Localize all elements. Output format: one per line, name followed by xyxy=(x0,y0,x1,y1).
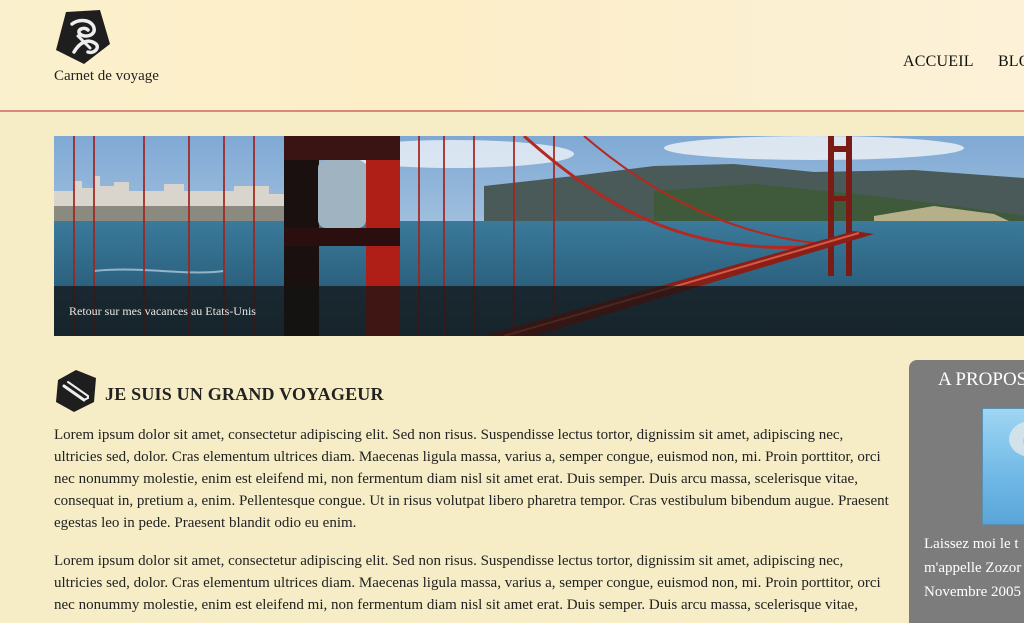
banner-caption-bar: Retour sur mes vacances au Etats-Unis xyxy=(54,286,1024,336)
sidebar-title: A PROPOS xyxy=(938,369,1024,390)
site-header: Carnet de voyage ACCUEIL BLOG xyxy=(0,0,1024,112)
article-paragraph: Lorem ipsum dolor sit amet, consectetur … xyxy=(54,553,881,613)
article-paragraph: Lorem ipsum dolor sit amet, consectetur … xyxy=(54,427,889,531)
article-title: JE SUIS UN GRAND VOYAGEUR xyxy=(105,384,384,404)
site-title: Carnet de voyage xyxy=(54,68,159,84)
sidebar-text: Laissez moi le t m'appelle Zozor Novembre … xyxy=(924,532,1024,604)
hero-banner: Retour sur mes vacances au Etats-Unis xyxy=(54,136,1024,336)
avatar xyxy=(982,408,1024,525)
sidebar-text-line: m'appelle Zozor xyxy=(924,560,1022,576)
pen-icon xyxy=(54,368,98,414)
nav-item-blog[interactable]: BLOG xyxy=(998,53,1024,70)
nav-item-accueil[interactable]: ACCUEIL xyxy=(903,53,974,70)
about-sidebar: A PROPOS Laissez moi le t m'appelle Zozor… xyxy=(909,360,1024,623)
site-logo-icon[interactable] xyxy=(54,8,112,66)
banner-caption: Retour sur mes vacances au Etats-Unis xyxy=(69,304,256,318)
sidebar-text-line: Laissez moi le t xyxy=(924,536,1019,552)
page: Carnet de voyage ACCUEIL BLOG xyxy=(0,0,1024,623)
sidebar-text-line: Novembre 2005 xyxy=(924,584,1022,600)
main-nav: ACCUEIL BLOG xyxy=(903,53,1024,71)
